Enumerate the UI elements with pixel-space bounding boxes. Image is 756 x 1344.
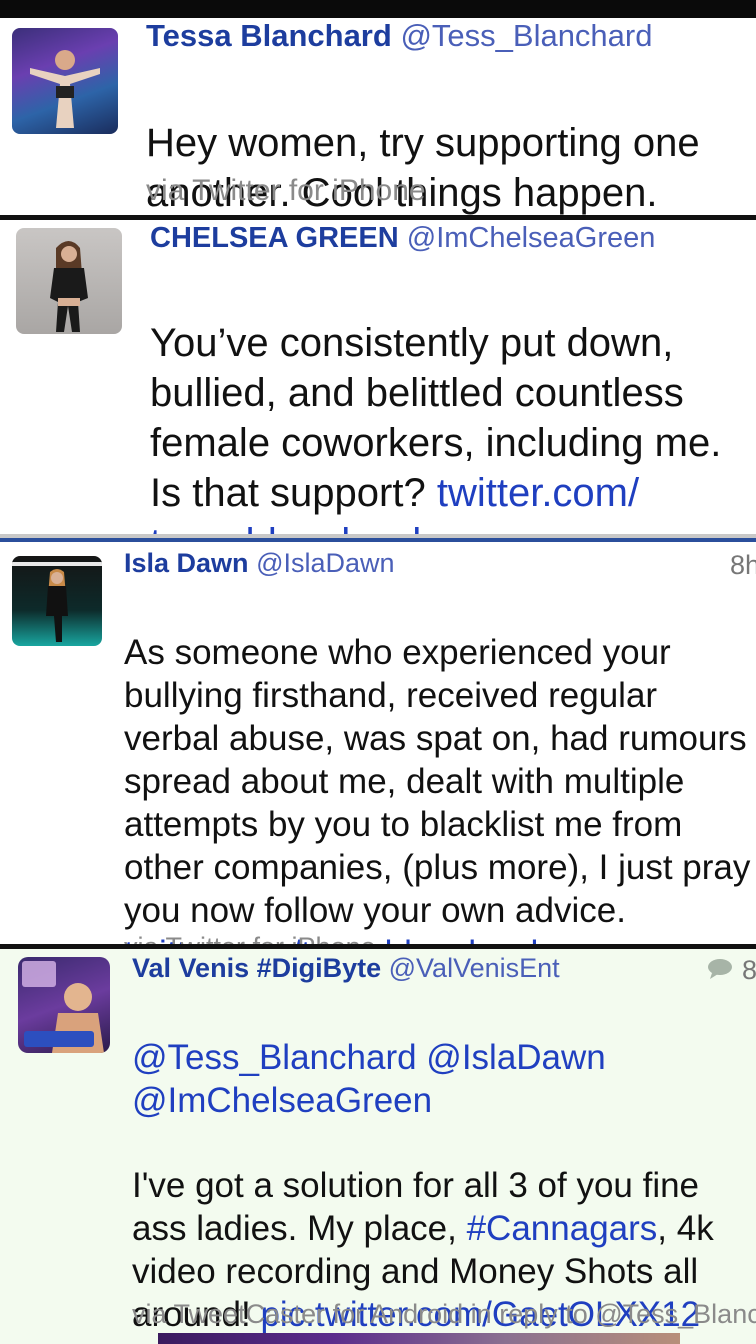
user-handle[interactable]: @Tess_Blanchard bbox=[400, 18, 652, 53]
user-name[interactable]: Tessa Blanchard bbox=[146, 18, 392, 53]
tweet-source: via Twitter for iPhone bbox=[124, 932, 376, 944]
tweet-text: As someone who experienced your bullying… bbox=[124, 588, 752, 944]
tweet-tessa[interactable]: Tessa Blanchard @Tess_Blanchard Hey wome… bbox=[0, 18, 756, 215]
avatar[interactable] bbox=[18, 957, 110, 1053]
tweet-isla[interactable]: Isla Dawn @IslaDawn 8h As someone who ex… bbox=[0, 542, 756, 944]
media-thumbnail[interactable] bbox=[158, 1333, 680, 1344]
tweet-chelsea[interactable]: CHELSEA GREEN @ImChelseaGreen You’ve con… bbox=[0, 220, 756, 534]
tweet-header: Isla Dawn @IslaDawn bbox=[124, 548, 395, 579]
avatar[interactable] bbox=[12, 28, 118, 134]
tweet-header: Tessa Blanchard @Tess_Blanchard bbox=[146, 18, 652, 54]
wrestler-silhouette-icon bbox=[30, 50, 100, 128]
logo-icon bbox=[22, 961, 104, 1053]
user-name[interactable]: Isla Dawn bbox=[124, 548, 249, 578]
user-name[interactable]: Val Venis #DigiByte bbox=[132, 953, 381, 983]
tweet-source: via Twitter for iPhone bbox=[146, 174, 426, 207]
user-handle[interactable]: @ValVenisEnt bbox=[389, 953, 560, 983]
avatar[interactable] bbox=[16, 228, 122, 334]
avatar[interactable] bbox=[12, 556, 102, 646]
hashtag[interactable]: #Cannagars bbox=[467, 1209, 658, 1248]
timestamp: 8h bbox=[730, 550, 756, 580]
timestamp: 8 bbox=[742, 955, 756, 985]
reply-icon[interactable] bbox=[706, 957, 734, 986]
status-bar bbox=[0, 0, 756, 18]
tweet-header: CHELSEA GREEN @ImChelseaGreen bbox=[150, 222, 655, 255]
user-handle[interactable]: @IslaDawn bbox=[256, 548, 394, 578]
person-silhouette-icon bbox=[12, 562, 102, 642]
user-name[interactable]: CHELSEA GREEN bbox=[150, 222, 399, 254]
tweet-text-content: As someone who experienced your bullying… bbox=[124, 633, 751, 930]
person-silhouette-icon bbox=[50, 241, 88, 332]
tweet-header: Val Venis #DigiByte @ValVenisEnt bbox=[132, 953, 560, 984]
tweet-source: via TweetCaster for Android in reply to … bbox=[132, 1299, 756, 1329]
user-handle[interactable]: @ImChelseaGreen bbox=[407, 222, 656, 254]
tweet-text: You’ve consistently put down, bullied, a… bbox=[150, 268, 756, 534]
tweet-val-venis[interactable]: Val Venis #DigiByte @ValVenisEnt 8 @Tess… bbox=[0, 949, 756, 1344]
tweet-mentions[interactable]: @Tess_Blanchard @IslaDawn @ImChelseaGree… bbox=[132, 1036, 642, 1122]
